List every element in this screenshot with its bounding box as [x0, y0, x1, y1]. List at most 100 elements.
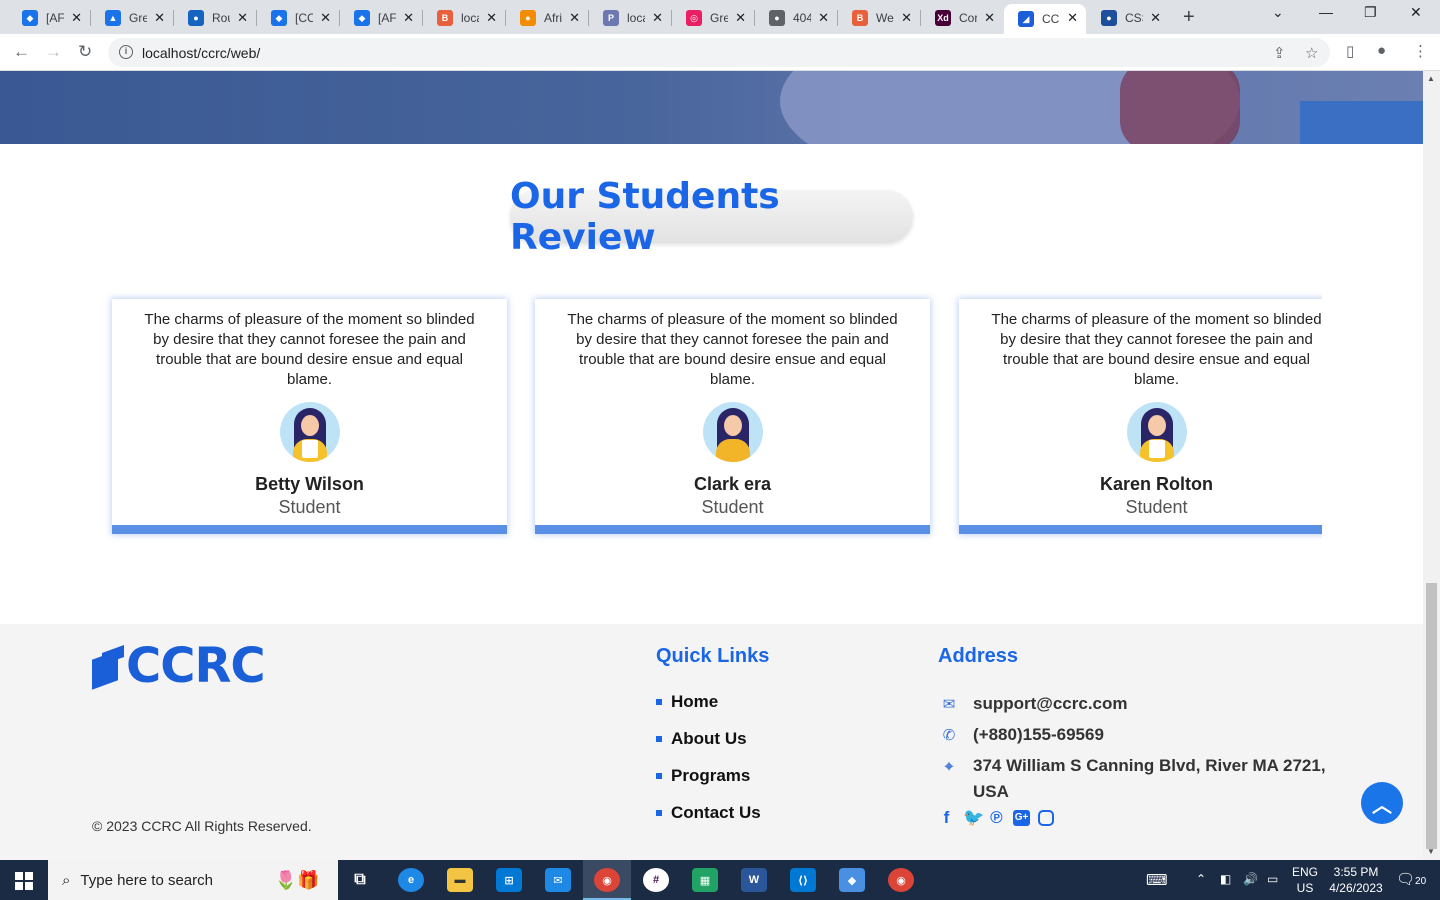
email-link[interactable]: support@ccrc.com: [973, 691, 1128, 717]
vscode-icon[interactable]: ⟨⟩: [790, 868, 816, 892]
edge-icon[interactable]: e: [398, 868, 424, 892]
tab-close-icon[interactable]: ✕: [569, 10, 580, 26]
chrome-icon-2[interactable]: ◉: [888, 868, 914, 892]
tab-close-icon[interactable]: ✕: [1067, 10, 1078, 26]
footer-link-about[interactable]: About Us: [656, 729, 747, 749]
tab-close-icon[interactable]: ✕: [901, 10, 912, 26]
language-indicator[interactable]: ENG US: [1291, 864, 1319, 896]
slack-icon[interactable]: #: [643, 868, 669, 892]
page-scrollbar[interactable]: ▲ ▼: [1423, 71, 1440, 860]
close-window-button[interactable]: ✕: [1410, 4, 1422, 21]
tab-favicon-icon: ◆: [22, 10, 38, 26]
browser-tab[interactable]: Ploca ✕: [589, 4, 671, 32]
section-title: Our Students Review: [510, 176, 913, 258]
tab-title: Cor: [959, 11, 977, 25]
twitter-icon[interactable]: 🐦: [963, 808, 984, 828]
word-icon[interactable]: W: [741, 868, 767, 892]
profile-icon[interactable]: ●: [1377, 42, 1386, 59]
browser-tab[interactable]: ◢ CCF ✕: [1004, 4, 1086, 34]
notification-icon[interactable]: 🗨20: [1396, 870, 1426, 888]
avatar: [279, 402, 340, 462]
browser-tab[interactable]: ◆ [CC ✕: [257, 4, 339, 32]
tab-close-icon[interactable]: ✕: [652, 10, 663, 26]
tab-search-icon[interactable]: ⌄: [1272, 4, 1284, 21]
reload-icon[interactable]: ↻: [78, 42, 92, 62]
scrollbar-thumb[interactable]: [1426, 583, 1437, 849]
restore-button[interactable]: ❐: [1364, 4, 1377, 21]
tab-favicon-icon: Xd: [935, 10, 951, 26]
browser-tab[interactable]: ▲ Gre ✕: [91, 4, 173, 32]
spreadsheet-icon[interactable]: ▦: [692, 868, 718, 892]
facebook-icon[interactable]: f: [938, 808, 955, 828]
store-icon[interactable]: ⊞: [496, 868, 522, 892]
news-widget-icon[interactable]: 🌷🎁: [262, 868, 332, 892]
ccrc-logo[interactable]: CCRC: [92, 642, 266, 690]
browser-tab[interactable]: Xd Cor ✕: [921, 4, 1003, 32]
windows-start-icon[interactable]: [15, 872, 33, 890]
reviewer-name: Karen Rolton: [1099, 474, 1213, 494]
review-card: The charms of pleasure of the moment so …: [959, 299, 1322, 534]
task-view-icon[interactable]: ⧉: [347, 868, 373, 892]
browser-tab[interactable]: Bloca ✕: [423, 4, 505, 32]
bookmark-star-icon[interactable]: ☆: [1305, 44, 1318, 62]
pinterest-icon[interactable]: ℗: [988, 808, 1005, 828]
browser-tab[interactable]: ● 404 ✕: [755, 4, 837, 32]
back-icon[interactable]: ←: [13, 42, 30, 62]
tab-close-icon[interactable]: ✕: [486, 10, 497, 26]
file-explorer-icon[interactable]: ▬: [447, 868, 473, 892]
scroll-to-top-button[interactable]: ︿: [1361, 782, 1403, 824]
share-icon[interactable]: ⇪: [1273, 44, 1286, 62]
browser-toolbar: ← → ↻ i localhost/ccrc/web/ ⇪ ☆ ▯ ● ⋮: [0, 34, 1440, 71]
footer-link-home[interactable]: Home: [656, 692, 718, 712]
clock[interactable]: 3:55 PM 4/26/2023: [1325, 864, 1387, 896]
copyright-text: © 2023 CCRC All Rights Reserved.: [92, 818, 312, 834]
tab-title: Afri: [544, 11, 562, 25]
tab-title: [AF: [46, 11, 64, 25]
google-plus-icon[interactable]: G+: [1013, 810, 1030, 826]
reviewer-role: Student: [1125, 497, 1188, 517]
minimize-button[interactable]: —: [1319, 4, 1333, 20]
address-bar[interactable]: i localhost/ccrc/web/ ⇪ ☆: [108, 38, 1330, 67]
browser-tab[interactable]: ● CSS ✕: [1087, 4, 1169, 32]
site-info-icon[interactable]: i: [119, 45, 133, 59]
tab-close-icon[interactable]: ✕: [735, 10, 746, 26]
footer-link-contact[interactable]: Contact Us: [656, 803, 761, 823]
tray-chevron-icon[interactable]: ⌃: [1196, 872, 1206, 886]
browser-tab[interactable]: ◎ Gre ✕: [672, 4, 754, 32]
browser-tab[interactable]: ● Afri ✕: [506, 4, 588, 32]
browser-tab[interactable]: ◆ [AF ✕: [8, 4, 90, 32]
new-tab-button[interactable]: +: [1183, 6, 1195, 29]
tab-close-icon[interactable]: ✕: [320, 10, 331, 26]
tab-close-icon[interactable]: ✕: [237, 10, 248, 26]
browser-tab[interactable]: ◆ [AF ✕: [340, 4, 422, 32]
scroll-up-arrow-icon[interactable]: ▲: [1427, 74, 1435, 83]
volume-icon[interactable]: 🔊: [1243, 872, 1258, 886]
network-icon[interactable]: ▭: [1267, 872, 1278, 886]
browser-tab-strip: + ⌄ — ❐ ✕ ◆[AF✕▲Gre✕●Rou✕◆[CC✕◆[AF✕Bloca…: [0, 0, 1440, 34]
tab-close-icon[interactable]: ✕: [154, 10, 165, 26]
side-panel-icon[interactable]: ▯: [1346, 42, 1354, 60]
browser-tab[interactable]: B Wel ✕: [838, 4, 920, 32]
footer-link-programs[interactable]: Programs: [656, 766, 750, 786]
tab-close-icon[interactable]: ✕: [71, 10, 82, 26]
reviewer-name: Clark era: [693, 474, 772, 494]
menu-kebab-icon[interactable]: ⋮: [1413, 42, 1428, 60]
tab-close-icon[interactable]: ✕: [984, 10, 995, 26]
app-icon[interactable]: ◆: [839, 868, 865, 892]
instagram-icon[interactable]: [1038, 810, 1054, 826]
chrome-icon[interactable]: ◉: [594, 868, 620, 892]
tab-close-icon[interactable]: ✕: [1150, 10, 1161, 26]
tab-close-icon[interactable]: ✕: [818, 10, 829, 26]
phone-link[interactable]: (+880)155-69569: [973, 722, 1104, 748]
meet-icon[interactable]: ◧: [1220, 872, 1231, 886]
forward-icon[interactable]: →: [45, 42, 62, 62]
tab-favicon-icon: ●: [769, 10, 785, 26]
browser-tab[interactable]: ● Rou ✕: [174, 4, 256, 32]
mail-icon[interactable]: ✉: [545, 868, 571, 892]
scroll-down-arrow-icon[interactable]: ▼: [1427, 847, 1435, 856]
tab-close-icon[interactable]: ✕: [403, 10, 414, 26]
tab-title: [CC: [295, 11, 313, 25]
location-row: ⌖ 374 William S Canning Blvd, River MA 2…: [938, 755, 1338, 805]
tab-title: Gre: [129, 11, 147, 25]
keyboard-icon[interactable]: ⌨: [1146, 871, 1168, 889]
